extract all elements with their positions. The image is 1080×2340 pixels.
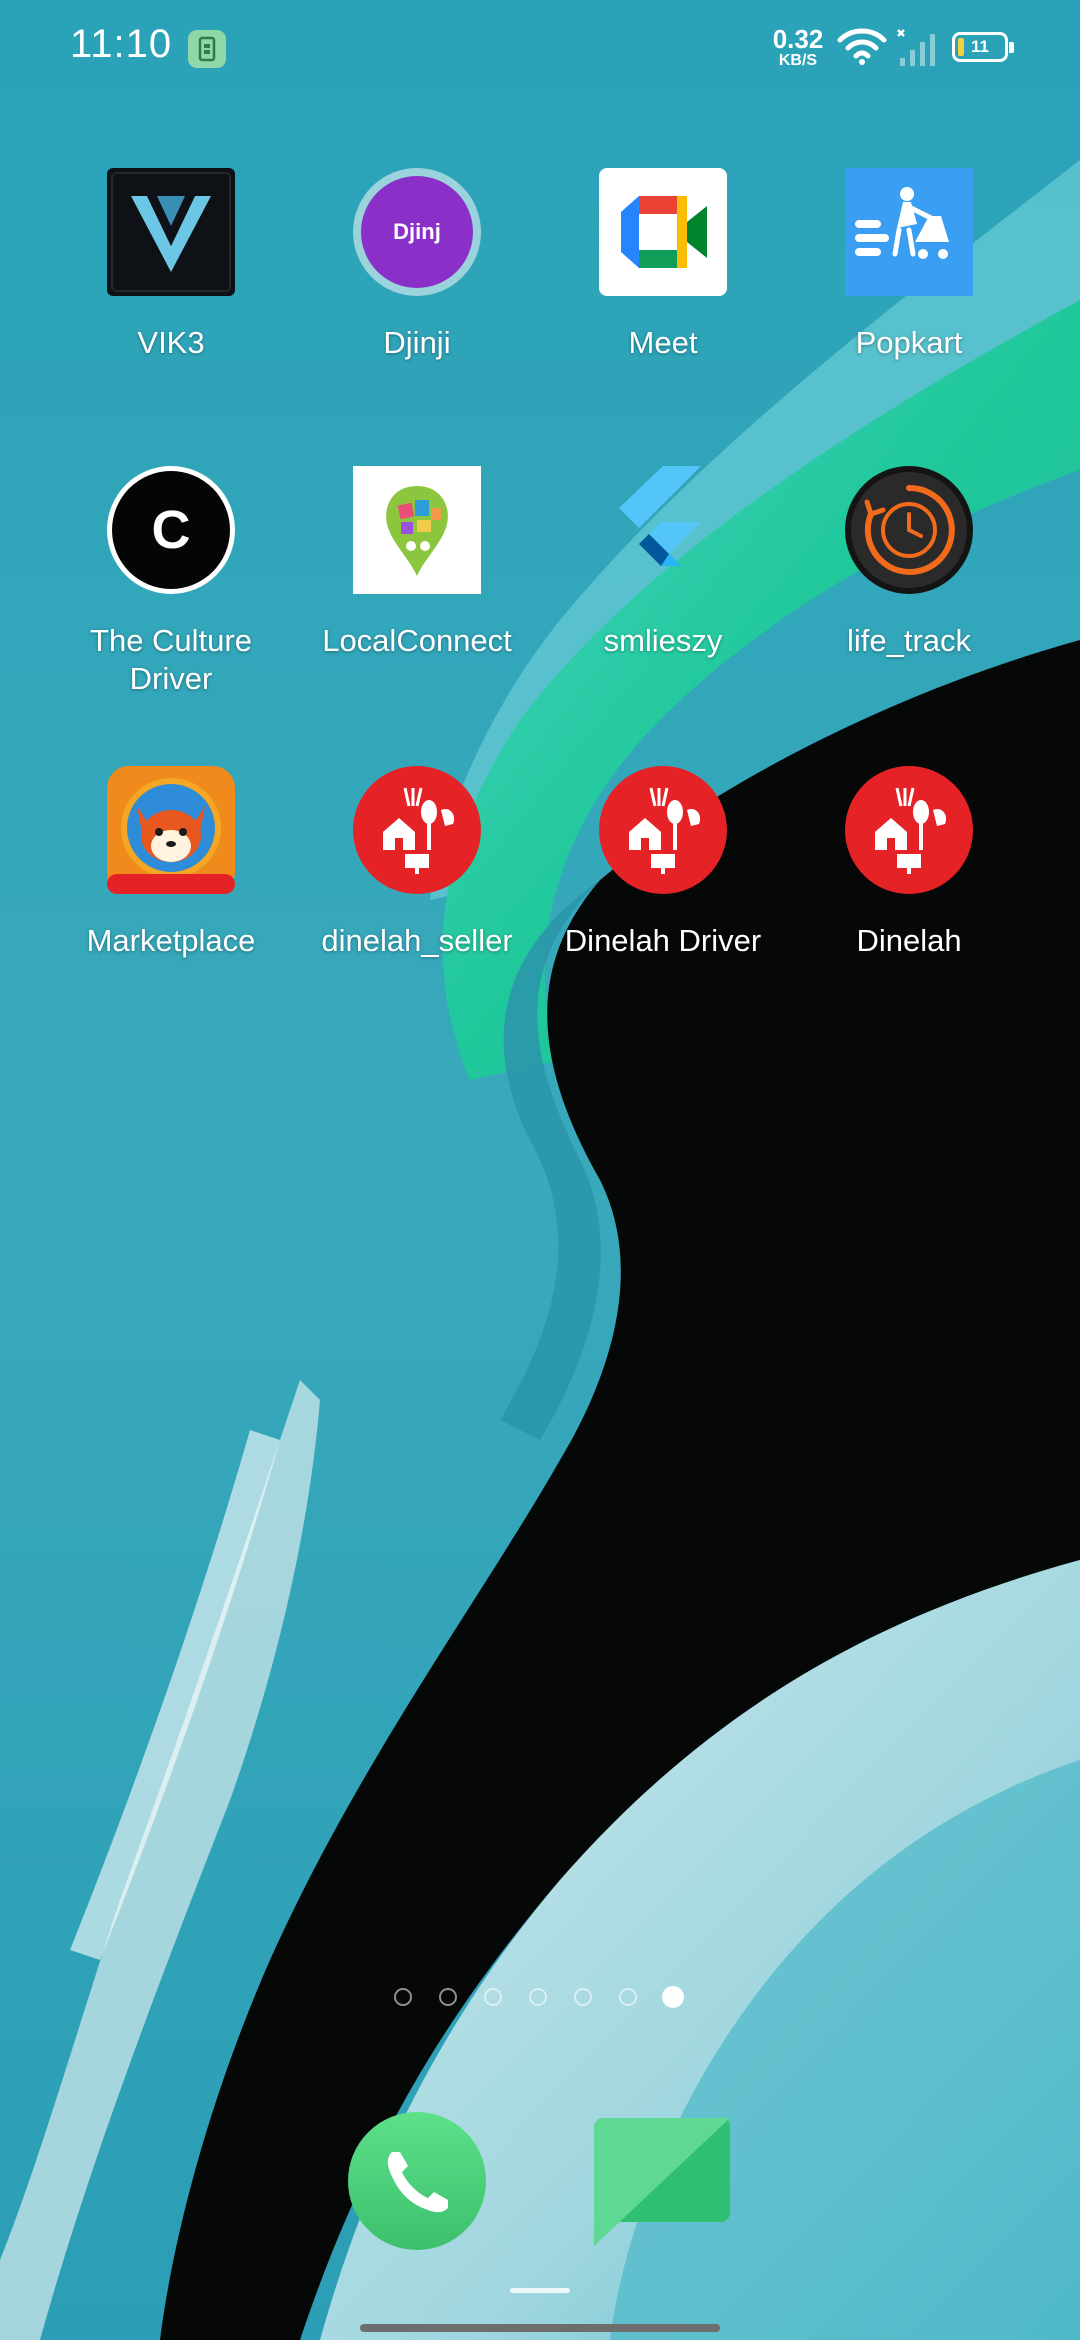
app-dinelah-driver[interactable]: Dinelah Driver bbox=[548, 766, 778, 960]
app-popkart[interactable]: Popkart bbox=[794, 168, 1024, 362]
phone-icon bbox=[348, 2112, 486, 2250]
app-label: Djinji bbox=[383, 325, 451, 360]
djinji-logo-icon: Djinj bbox=[353, 168, 481, 296]
life-track-clock-icon bbox=[845, 466, 973, 594]
culture-driver-c-icon: C bbox=[107, 466, 235, 594]
app-label: Dinelah bbox=[856, 923, 962, 958]
cell-signal-icon bbox=[897, 29, 935, 66]
page-dot-active[interactable] bbox=[662, 1986, 684, 2008]
app-label: VIK3 bbox=[137, 325, 205, 360]
app-label: The Culture Driver bbox=[90, 623, 252, 696]
app-djinji[interactable]: Djinj Djinji bbox=[302, 168, 532, 362]
app-meet[interactable]: Meet bbox=[548, 168, 778, 362]
wifi-icon bbox=[837, 28, 887, 65]
app-label: life_track bbox=[846, 623, 972, 658]
page-dot[interactable] bbox=[574, 1988, 592, 2006]
app-label: Meet bbox=[628, 325, 698, 360]
app-the-culture-driver[interactable]: C The Culture Driver bbox=[56, 466, 286, 698]
app-dinelah[interactable]: Dinelah bbox=[794, 766, 1024, 960]
app-localconnect[interactable]: LocalConnect bbox=[302, 466, 532, 660]
app-label: dinelah_seller bbox=[321, 923, 513, 958]
network-speed-unit: KB/S bbox=[778, 52, 818, 69]
app-label: smlieszy bbox=[603, 623, 723, 658]
page-dot[interactable] bbox=[619, 1988, 637, 2006]
djinji-icon-text: Djinj bbox=[393, 219, 441, 244]
page-dot[interactable] bbox=[394, 1988, 412, 2006]
page-dot[interactable] bbox=[529, 1988, 547, 2006]
home-handle bbox=[510, 2288, 570, 2293]
culture-driver-icon-text: C bbox=[151, 500, 191, 560]
app-label: Marketplace bbox=[86, 923, 256, 958]
flutter-icon bbox=[599, 466, 727, 594]
dock-messages[interactable] bbox=[594, 2112, 732, 2250]
shiba-marketplace-icon bbox=[107, 766, 235, 894]
app-vik3[interactable]: VIK3 bbox=[56, 168, 286, 362]
page-dot[interactable] bbox=[439, 1988, 457, 2006]
messages-icon bbox=[594, 2118, 730, 2246]
localconnect-pin-icon bbox=[353, 466, 481, 594]
vik3-logo-icon bbox=[107, 168, 235, 296]
gesture-navigation-bar[interactable] bbox=[360, 2324, 720, 2332]
dinelah-icon bbox=[353, 766, 481, 894]
network-speed-value: 0.32 bbox=[772, 24, 824, 54]
app-marketplace[interactable]: Marketplace bbox=[56, 766, 286, 960]
page-indicator[interactable] bbox=[390, 1986, 690, 2014]
app-label: Popkart bbox=[855, 325, 963, 360]
page-dot[interactable] bbox=[484, 1988, 502, 2006]
app-smlieszy[interactable]: smlieszy bbox=[548, 466, 778, 660]
app-label: Dinelah Driver bbox=[564, 923, 762, 958]
battery-icon: 11 bbox=[952, 32, 1014, 62]
dinelah-icon bbox=[845, 766, 973, 894]
dinelah-icon bbox=[599, 766, 727, 894]
app-dinelah-seller[interactable]: dinelah_seller bbox=[302, 766, 532, 960]
network-speed: 0.32 KB/S bbox=[768, 26, 828, 69]
dock-phone[interactable] bbox=[348, 2112, 486, 2250]
google-meet-icon bbox=[599, 168, 727, 296]
app-life-track[interactable]: life_track bbox=[794, 466, 1024, 660]
popkart-cart-icon bbox=[845, 168, 973, 296]
status-time: 11:10 bbox=[70, 22, 173, 66]
notification-app-icon bbox=[188, 30, 226, 68]
battery-level: 11 bbox=[971, 37, 989, 56]
app-label: LocalConnect bbox=[322, 623, 512, 658]
status-bar: 11:10 0.32 KB/S 11 bbox=[0, 0, 1080, 96]
